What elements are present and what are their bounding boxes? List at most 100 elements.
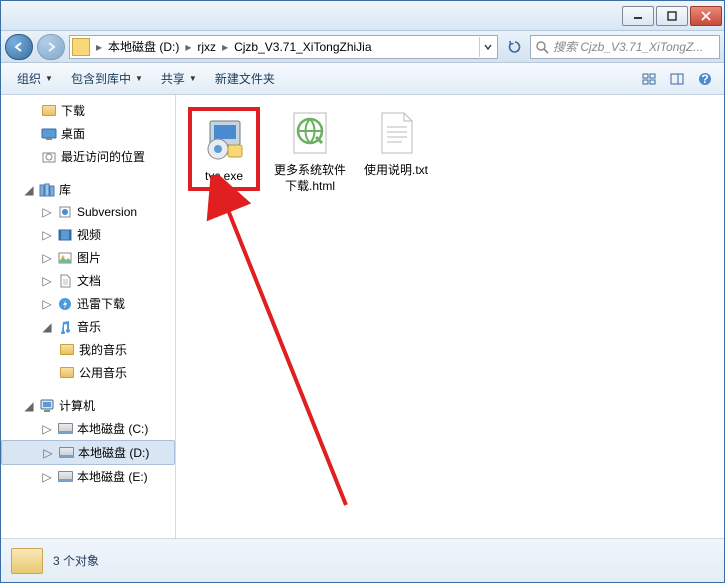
html-icon: [284, 107, 336, 159]
folder-icon: [60, 367, 74, 378]
drive-icon: [72, 38, 90, 56]
sidebar-item-computer[interactable]: ◢ 计算机: [1, 394, 175, 417]
refresh-icon: [508, 40, 522, 54]
expand-arrow-icon[interactable]: ▷: [41, 470, 53, 484]
file-item-more-software-html[interactable]: 更多系统软件下载.html: [274, 107, 346, 194]
caret-down-icon: ▼: [45, 74, 53, 83]
file-item-readme-txt[interactable]: 使用说明.txt: [360, 107, 432, 179]
drive-icon: [58, 471, 73, 482]
chevron-down-icon: [484, 43, 492, 51]
expand-arrow-icon[interactable]: ▷: [41, 228, 53, 242]
sidebar-item-libraries[interactable]: ◢ 库: [1, 178, 175, 201]
svg-text:?: ?: [701, 72, 708, 86]
sidebar-item-videos[interactable]: ▷ 视频: [1, 223, 175, 246]
tree-label: 本地磁盘 (C:): [77, 420, 148, 437]
help-button[interactable]: ?: [694, 68, 716, 90]
sidebar-item-drive-d[interactable]: ▷ 本地磁盘 (D:): [1, 440, 175, 465]
close-button[interactable]: [690, 6, 722, 26]
tree-label: 我的音乐: [79, 341, 127, 358]
body-area: 下载 桌面 最近访问的位置 ◢ 库 ▷ Subversion: [1, 95, 724, 538]
file-grid: tvc.exe 更多系统软件下载.html 使用说明.txt: [176, 95, 724, 206]
search-input[interactable]: 搜索 Cjzb_V3.71_XiTongZ...: [530, 35, 720, 59]
organize-label: 组织: [17, 70, 41, 87]
tree-label: 迅雷下载: [77, 295, 125, 312]
expand-arrow-icon[interactable]: ▷: [41, 274, 53, 288]
sidebar-item-thunder[interactable]: ▷ 迅雷下载: [1, 292, 175, 315]
txt-icon: [370, 107, 422, 159]
address-dropdown-button[interactable]: [479, 37, 495, 57]
newfolder-label: 新建文件夹: [215, 70, 275, 87]
expand-arrow-icon[interactable]: ◢: [23, 399, 35, 413]
crumb-current-folder[interactable]: Cjzb_V3.71_XiTongZhiJia: [230, 40, 375, 54]
expand-arrow-icon[interactable]: ▷: [41, 297, 53, 311]
subversion-icon: [57, 204, 73, 220]
documents-icon: [57, 273, 73, 289]
sidebar-item-music[interactable]: ◢ 音乐: [1, 315, 175, 338]
expand-arrow-icon[interactable]: ◢: [41, 320, 53, 334]
music-icon: [57, 319, 73, 335]
file-item-tvc-exe[interactable]: tvc.exe: [188, 107, 260, 191]
tree-label: 下载: [61, 102, 85, 119]
window-controls: [620, 6, 722, 26]
share-menu[interactable]: 共享 ▼: [153, 66, 205, 91]
navigation-pane[interactable]: 下载 桌面 最近访问的位置 ◢ 库 ▷ Subversion: [1, 95, 176, 538]
search-icon: [535, 40, 549, 54]
view-options-button[interactable]: [638, 68, 660, 90]
folder-large-icon: [11, 548, 43, 574]
pictures-icon: [57, 250, 73, 266]
tree-label: 视频: [77, 226, 101, 243]
expand-arrow-icon[interactable]: ◢: [23, 183, 35, 197]
chevron-right-icon[interactable]: ▸: [183, 40, 193, 54]
exe-icon: [198, 113, 250, 165]
sidebar-item-drive-c[interactable]: ▷ 本地磁盘 (C:): [1, 417, 175, 440]
sidebar-item-public-music[interactable]: 公用音乐: [1, 361, 175, 384]
sidebar-item-subversion[interactable]: ▷ Subversion: [1, 201, 175, 223]
expand-arrow-icon[interactable]: ▷: [42, 446, 54, 460]
minimize-button[interactable]: [622, 6, 654, 26]
include-in-library-menu[interactable]: 包含到库中▼: [63, 66, 151, 91]
file-list-pane[interactable]: tvc.exe 更多系统软件下载.html 使用说明.txt: [176, 95, 724, 538]
caret-down-icon: ▼: [189, 74, 197, 83]
sidebar-item-desktop[interactable]: 桌面: [1, 122, 175, 145]
search-placeholder: 搜索 Cjzb_V3.71_XiTongZ...: [553, 38, 703, 55]
expand-arrow-icon[interactable]: ▷: [41, 251, 53, 265]
caret-down-icon: ▼: [135, 74, 143, 83]
crumb-rjxz[interactable]: rjxz: [193, 40, 220, 54]
sidebar-item-downloads[interactable]: 下载: [1, 99, 175, 122]
thunder-icon: [57, 296, 73, 312]
share-label: 共享: [161, 70, 185, 87]
maximize-icon: [667, 11, 677, 21]
sidebar-item-pictures[interactable]: ▷ 图片: [1, 246, 175, 269]
tree-label: 本地磁盘 (E:): [77, 468, 148, 485]
sidebar-item-recent[interactable]: 最近访问的位置: [1, 145, 175, 168]
computer-icon: [39, 398, 55, 414]
preview-pane-button[interactable]: [666, 68, 688, 90]
recent-icon: [41, 149, 57, 165]
breadcrumb[interactable]: ▸ 本地磁盘 (D:) ▸ rjxz ▸ Cjzb_V3.71_XiTongZh…: [69, 35, 498, 59]
nav-forward-button[interactable]: [37, 34, 65, 60]
crumb-drive-d[interactable]: 本地磁盘 (D:): [104, 38, 183, 55]
file-label: 使用说明.txt: [364, 163, 428, 179]
folder-icon: [60, 344, 74, 355]
titlebar: [1, 1, 724, 31]
chevron-right-icon[interactable]: ▸: [220, 40, 230, 54]
addressbar: ▸ 本地磁盘 (D:) ▸ rjxz ▸ Cjzb_V3.71_XiTongZh…: [1, 31, 724, 63]
drive-icon: [58, 423, 73, 434]
tree-label: 桌面: [61, 125, 85, 142]
sidebar-item-my-music[interactable]: 我的音乐: [1, 338, 175, 361]
desktop-icon: [41, 126, 57, 142]
organize-menu[interactable]: 组织 ▼: [9, 66, 61, 91]
expand-arrow-icon[interactable]: ▷: [41, 205, 53, 219]
chevron-right-icon[interactable]: ▸: [94, 40, 104, 54]
maximize-button[interactable]: [656, 6, 688, 26]
refresh-button[interactable]: [504, 36, 526, 58]
new-folder-button[interactable]: 新建文件夹: [207, 66, 283, 91]
nav-back-button[interactable]: [5, 34, 33, 60]
toolbar: 组织 ▼ 包含到库中▼ 共享 ▼ 新建文件夹 ?: [1, 63, 724, 95]
sidebar-item-documents[interactable]: ▷ 文档: [1, 269, 175, 292]
statusbar: 3 个对象: [1, 538, 724, 582]
tree-label: 文档: [77, 272, 101, 289]
expand-arrow-icon[interactable]: ▷: [41, 422, 53, 436]
tree-label: 计算机: [59, 397, 95, 414]
sidebar-item-drive-e[interactable]: ▷ 本地磁盘 (E:): [1, 465, 175, 488]
